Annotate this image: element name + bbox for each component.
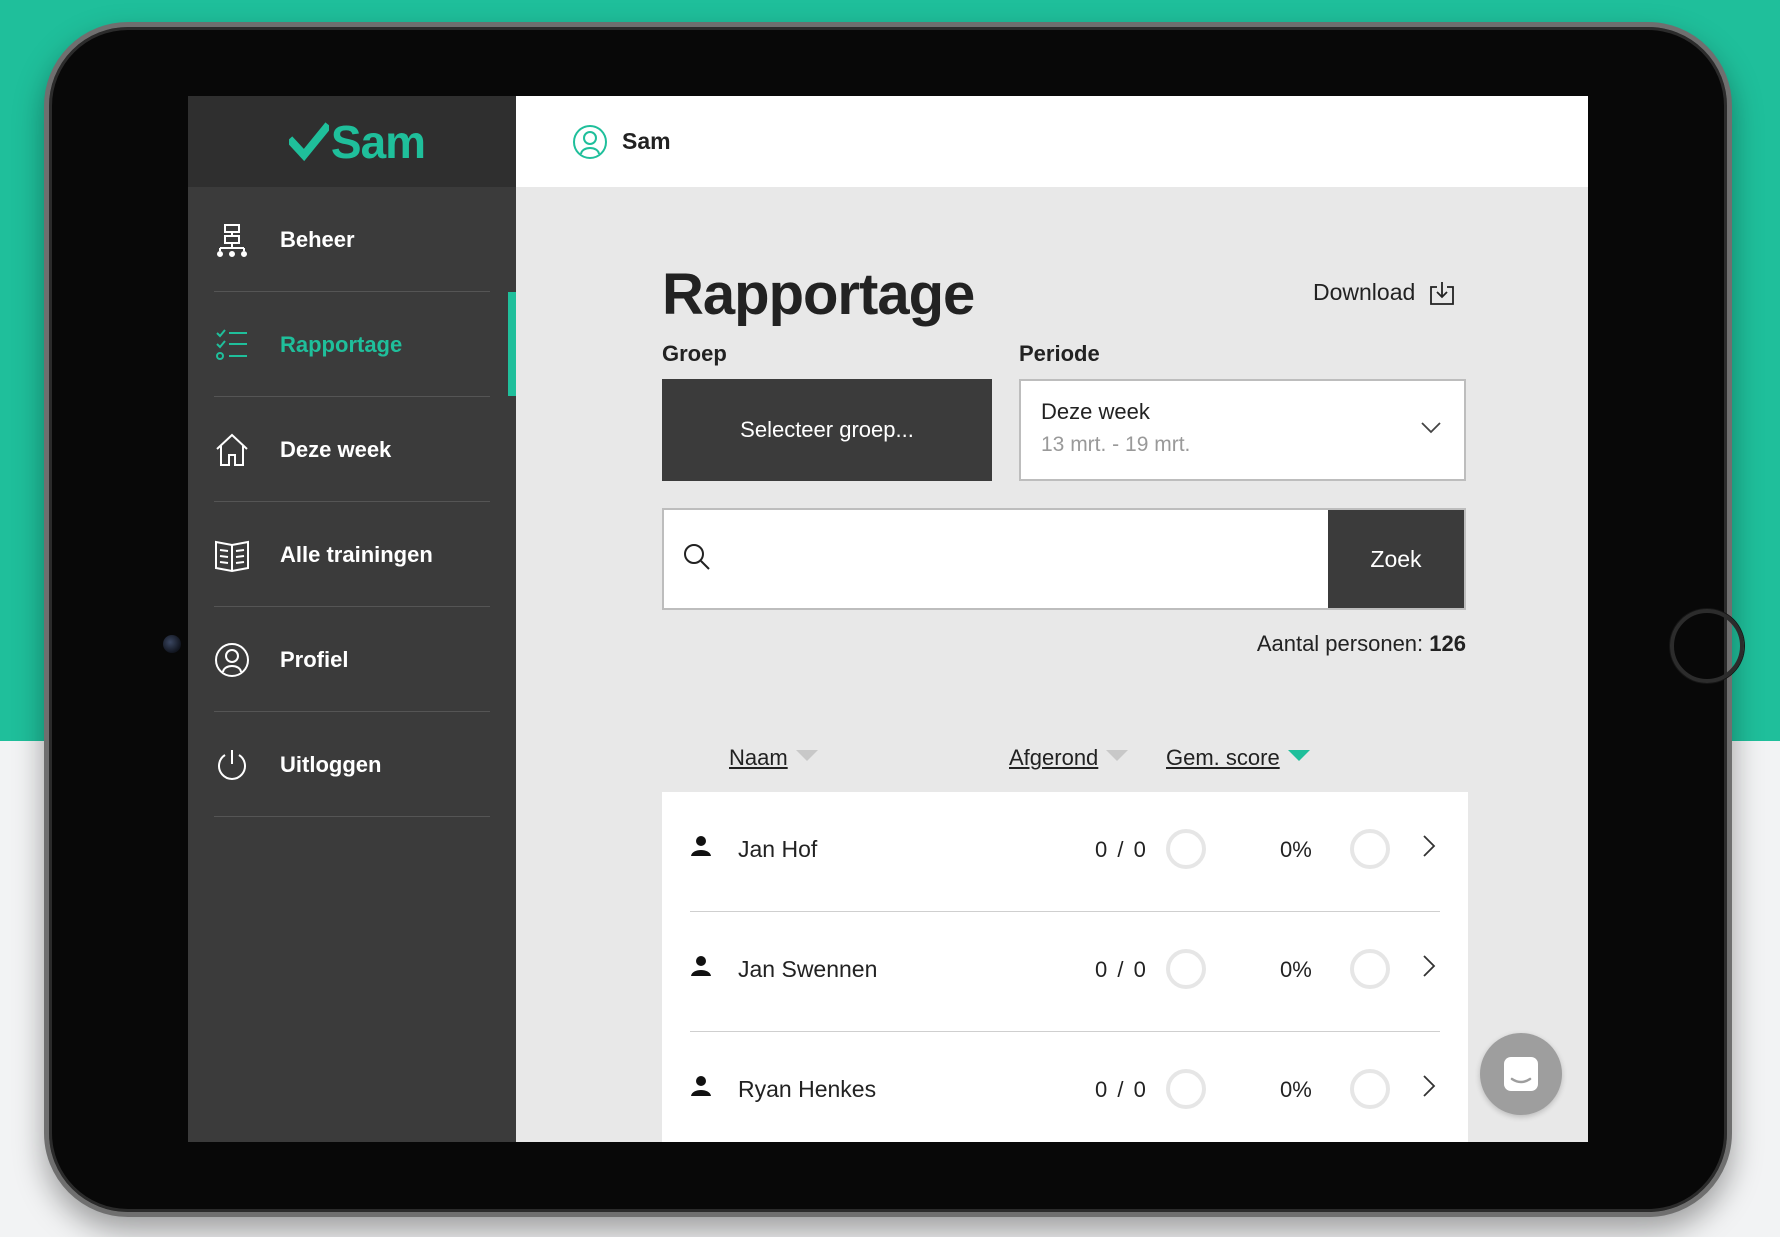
- person-name: Jan Swennen: [738, 956, 878, 982]
- sidebar-item-alle-trainingen[interactable]: Alle trainingen: [188, 502, 516, 607]
- checkmark-logo-icon: [288, 121, 329, 161]
- score-value: 0%: [1280, 1077, 1312, 1102]
- chevron-right-icon[interactable]: [1422, 1074, 1436, 1098]
- periode-dates: 13 mrt. - 19 mrt.: [1041, 433, 1191, 456]
- sidebar-item-uitloggen[interactable]: Uitloggen: [188, 712, 516, 817]
- zoek-button[interactable]: Zoek: [1328, 510, 1464, 608]
- user-circle-icon: [214, 642, 250, 678]
- periode-label: Periode: [1019, 341, 1100, 366]
- person-name: Ryan Henkes: [738, 1076, 877, 1102]
- sort-triangle-icon: [1106, 749, 1129, 761]
- book-icon: [214, 537, 250, 573]
- sidebar-item-label: Uitloggen: [280, 751, 382, 777]
- column-label: Naam: [729, 745, 788, 770]
- sidebar-item-label: Profiel: [280, 646, 349, 672]
- afgerond-value: 0 / 0: [1095, 957, 1148, 982]
- main-content: Rapportage Download Groep Periode Select…: [516, 187, 1588, 1142]
- sidebar-item-label: Alle trainingen: [280, 541, 433, 567]
- progress-ring: [1166, 949, 1206, 989]
- topbar: Sam: [516, 96, 1588, 187]
- logo-text: Sam: [330, 115, 426, 168]
- logo[interactable]: Sam: [188, 96, 516, 187]
- periode-value: Deze week: [1041, 399, 1150, 424]
- sidebar-item-deze-week[interactable]: Deze week: [188, 397, 516, 502]
- periode-select[interactable]: Deze week 13 mrt. - 19 mrt.: [1019, 379, 1466, 481]
- home-icon: [214, 432, 250, 468]
- page-title: Rapportage: [662, 262, 975, 327]
- download-button[interactable]: Download: [1313, 279, 1455, 306]
- sidebar-item-label: Deze week: [280, 436, 392, 462]
- app-screen: Sam Beheer Rapportage Deze week Alle tra…: [188, 96, 1588, 1142]
- user-name[interactable]: Sam: [622, 128, 671, 155]
- afgerond-value: 0 / 0: [1095, 1077, 1148, 1102]
- sidebar-item-label: Rapportage: [280, 331, 403, 357]
- groep-label: Groep: [662, 341, 727, 366]
- column-label: Gem. score: [1166, 745, 1280, 770]
- progress-ring: [1166, 829, 1206, 869]
- download-label: Download: [1313, 279, 1416, 305]
- score-ring: [1350, 949, 1390, 989]
- sidebar-item-profiel[interactable]: Profiel: [188, 607, 516, 712]
- org-chart-icon: [214, 222, 250, 258]
- active-indicator: [508, 292, 516, 396]
- chevron-right-icon[interactable]: [1422, 954, 1436, 978]
- sidebar: Sam Beheer Rapportage Deze week Alle tra…: [188, 96, 516, 1142]
- sidebar-item-label: Beheer: [280, 226, 355, 252]
- sort-header-gem-score[interactable]: Gem. score: [1166, 745, 1310, 771]
- person-icon: [691, 1076, 711, 1096]
- sort-header-afgerond[interactable]: Afgerond: [1009, 745, 1129, 771]
- search-icon: [684, 544, 710, 570]
- score-ring: [1350, 1069, 1390, 1109]
- sort-triangle-icon: [795, 749, 818, 761]
- chat-icon: [1504, 1057, 1538, 1091]
- home-button: [1670, 609, 1744, 683]
- table-row[interactable]: Ryan Henkes 0 / 0 0%: [662, 1032, 1468, 1142]
- user-circle-icon[interactable]: [572, 124, 608, 160]
- person-count: Aantal personen: 126: [1257, 631, 1466, 657]
- camera-icon: [163, 635, 181, 653]
- checklist-icon: [214, 327, 250, 363]
- groep-select[interactable]: Selecteer groep...: [662, 379, 992, 481]
- person-icon: [691, 836, 711, 856]
- chat-button[interactable]: [1480, 1033, 1562, 1115]
- sort-header-naam[interactable]: Naam: [729, 745, 818, 771]
- search-input[interactable]: [724, 510, 1324, 608]
- person-icon: [691, 956, 711, 976]
- power-icon: [214, 747, 250, 783]
- person-list: Jan Hof 0 / 0 0% Jan Swennen 0 / 0 0% Ry…: [662, 792, 1468, 1142]
- chevron-down-icon: [1421, 422, 1441, 434]
- score-value: 0%: [1280, 957, 1312, 982]
- download-icon: [1430, 281, 1455, 305]
- score-value: 0%: [1280, 837, 1312, 862]
- afgerond-value: 0 / 0: [1095, 837, 1148, 862]
- table-row[interactable]: Jan Swennen 0 / 0 0%: [662, 912, 1468, 1032]
- sort-triangle-active-icon: [1287, 749, 1310, 761]
- person-name: Jan Hof: [738, 836, 818, 862]
- search-box: Zoek: [662, 508, 1466, 610]
- sidebar-nav: Beheer Rapportage Deze week Alle trainin…: [188, 187, 516, 817]
- count-value: 126: [1429, 631, 1466, 656]
- column-label: Afgerond: [1009, 745, 1099, 770]
- sidebar-item-rapportage[interactable]: Rapportage: [188, 292, 516, 397]
- count-label: Aantal personen:: [1256, 631, 1424, 656]
- progress-ring: [1166, 1069, 1206, 1109]
- table-row[interactable]: Jan Hof 0 / 0 0%: [662, 792, 1468, 912]
- sidebar-item-beheer[interactable]: Beheer: [188, 187, 516, 292]
- score-ring: [1350, 829, 1390, 869]
- chevron-right-icon[interactable]: [1422, 834, 1436, 858]
